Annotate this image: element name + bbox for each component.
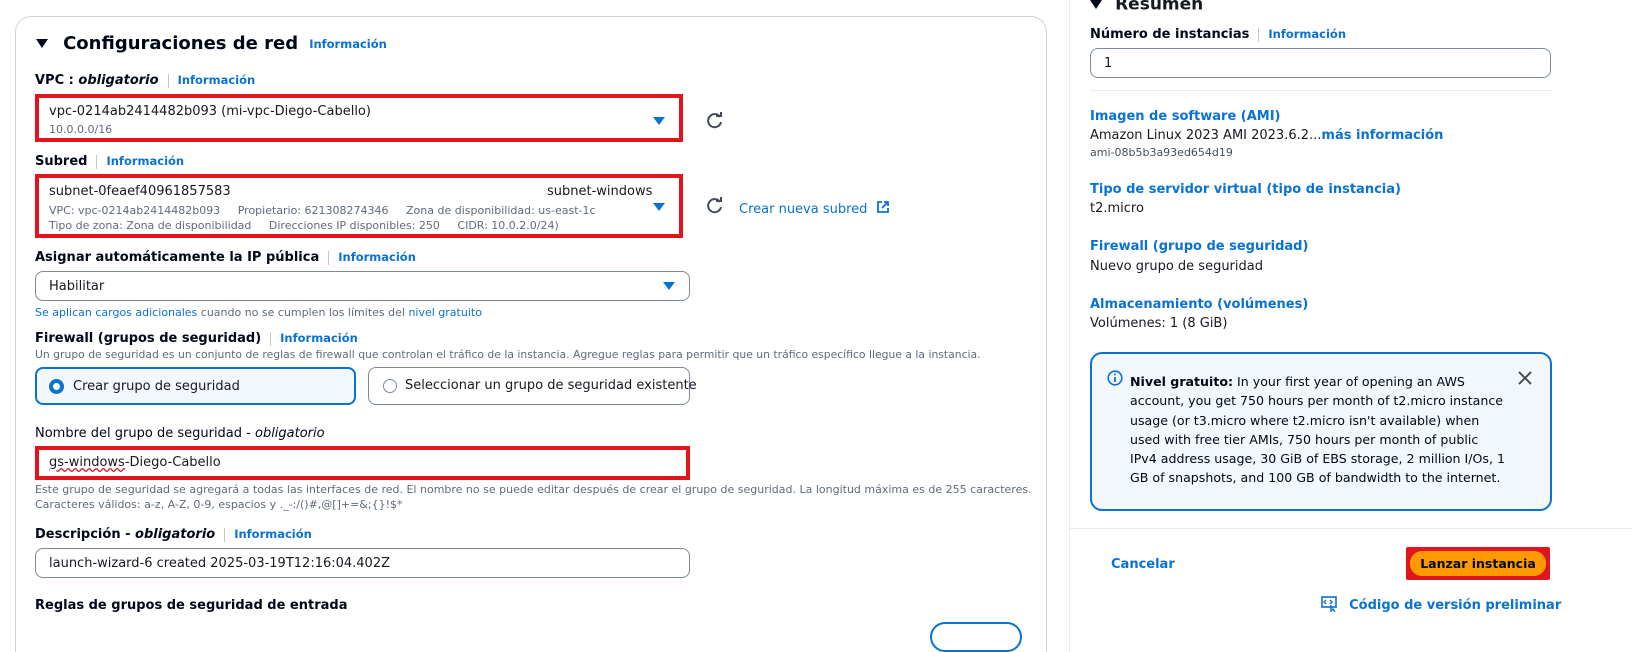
description-label: Descripción - obligatorio Información (35, 527, 312, 542)
instances-label: Número de instancias Información (1090, 27, 1347, 42)
subnet-info-link[interactable]: Información (106, 154, 184, 168)
free-tier-link[interactable]: nivel gratuito (408, 306, 482, 319)
firewall-info-link[interactable]: Información (280, 331, 358, 345)
summary-panel-border (1069, 0, 1070, 652)
create-subnet-link[interactable]: Crear nueva subred (739, 198, 890, 217)
storage-value: Volúmenes: 1 (8 GiB) (1090, 316, 1228, 331)
public-ip-note: Se aplican cargos adicionales cuando no … (35, 306, 482, 319)
public-ip-select[interactable]: Habilitar (35, 271, 690, 301)
footer-divider (1070, 528, 1632, 529)
instance-type-title-link[interactable]: Tipo de servidor virtual (tipo de instan… (1090, 182, 1401, 197)
firewall-value: Nuevo grupo de seguridad (1090, 259, 1263, 274)
caret-down-icon (1090, 0, 1102, 9)
free-tier-text: Nivel gratuito: In your first year of op… (1130, 374, 1505, 486)
public-ip-value: Habilitar (49, 279, 105, 294)
vpc-select-value: vpc-0214ab2414482b093 (mi-vpc-Diego-Cabe… (49, 104, 371, 119)
chevron-down-icon (653, 117, 665, 125)
description-info-link[interactable]: Información (234, 527, 312, 541)
refresh-vpc-icon[interactable] (705, 111, 725, 135)
preview-code-link[interactable]: Código de versión preliminar (1321, 594, 1561, 613)
existing-sg-label: Seleccionar un grupo de seguridad existe… (405, 378, 697, 393)
chevron-down-icon (653, 203, 665, 211)
subnet-id: subnet-0feaef40961857583 (49, 184, 231, 199)
summary-title: Resumen (1115, 0, 1204, 15)
caret-down-icon (36, 39, 48, 48)
sg-name-label: Nombre del grupo de seguridad - obligato… (35, 426, 325, 441)
existing-sg-option[interactable]: Seleccionar un grupo de seguridad existe… (368, 367, 697, 405)
ami-value: Amazon Linux 2023 AMI 2023.6.2...más inf… (1090, 128, 1444, 143)
ami-title-link[interactable]: Imagen de software (AMI) (1090, 109, 1281, 124)
ami-id: ami-08b5b3a93ed654d19 (1090, 146, 1233, 159)
launch-instance-button[interactable]: Lanzar instancia (1410, 551, 1546, 576)
ami-more-info-link[interactable]: más información (1321, 128, 1443, 143)
subnet-details-line3: Tipo de zona: Zona de disponibilidad Dir… (49, 219, 559, 232)
vpc-info-link[interactable]: Información (178, 73, 256, 87)
add-rule-button-edge[interactable] (930, 622, 1022, 652)
create-sg-option[interactable]: Crear grupo de seguridad (35, 367, 356, 405)
sg-name-help-1: Este grupo de seguridad se agregará a to… (35, 483, 1032, 496)
inbound-rules-title: Reglas de grupos de seguridad de entrada (35, 598, 348, 613)
sg-name-help-2: Caracteres válidos: a-z, A-Z, 0-9, espac… (35, 498, 403, 511)
vpc-select[interactable]: vpc-0214ab2414482b093 (mi-vpc-Diego-Cabe… (35, 94, 683, 142)
subnet-name: subnet-windows (547, 184, 653, 199)
subnet-label: Subred Información (35, 154, 185, 169)
section-info-link[interactable]: Información (309, 37, 387, 51)
section-title: Configuraciones de red (63, 33, 299, 54)
info-icon (1107, 370, 1123, 386)
section-header[interactable]: Configuraciones de red Información (36, 33, 387, 54)
vpc-label: VPC : obligatorio Información (35, 73, 256, 88)
public-ip-label: Asignar automáticamente la IP pública Inf… (35, 250, 416, 265)
chevron-down-icon (663, 282, 675, 290)
cancel-button[interactable]: Cancelar (1111, 557, 1175, 572)
vpc-select-cidr: 10.0.0.0/16 (49, 123, 113, 136)
external-link-icon (876, 201, 889, 213)
summary-header[interactable]: Resumen (1090, 0, 1203, 15)
additional-charges-link[interactable]: Se aplican cargos adicionales (35, 306, 197, 319)
summary-divider (1090, 90, 1551, 91)
instances-info-link[interactable]: Información (1268, 27, 1346, 41)
description-value: launch-wizard-6 created 2025-03-19T12:16… (49, 556, 391, 571)
radio-empty-icon (383, 379, 397, 393)
instances-value: 1 (1104, 56, 1113, 71)
radio-selected-icon (49, 379, 64, 394)
instances-input[interactable]: 1 (1090, 48, 1551, 78)
firewall-description: Un grupo de seguridad es un conjunto de … (35, 348, 981, 361)
subnet-details-line2: VPC: vpc-0214ab2414482b093 Propietario: … (49, 204, 596, 217)
create-sg-label: Crear grupo de seguridad (73, 379, 240, 394)
description-input[interactable]: launch-wizard-6 created 2025-03-19T12:16… (35, 548, 690, 578)
firewall-label: Firewall (grupos de seguridad) Informació… (35, 331, 358, 346)
storage-title-link[interactable]: Almacenamiento (volúmenes) (1090, 297, 1308, 312)
sg-name-value: gs-windows-Diego-Cabello (49, 455, 221, 470)
firewall-title-link[interactable]: Firewall (grupo de seguridad) (1090, 239, 1308, 254)
close-icon[interactable] (1518, 371, 1532, 385)
free-tier-alert: Nivel gratuito: In your first year of op… (1090, 352, 1552, 511)
public-ip-info-link[interactable]: Información (338, 250, 416, 264)
sg-name-input[interactable]: gs-windows-Diego-Cabello (35, 446, 690, 480)
refresh-subnet-icon[interactable] (705, 196, 725, 220)
code-preview-icon (1321, 596, 1337, 613)
subnet-select[interactable]: subnet-0feaef40961857583 subnet-windows … (35, 174, 683, 238)
instance-type-value: t2.micro (1090, 201, 1144, 216)
